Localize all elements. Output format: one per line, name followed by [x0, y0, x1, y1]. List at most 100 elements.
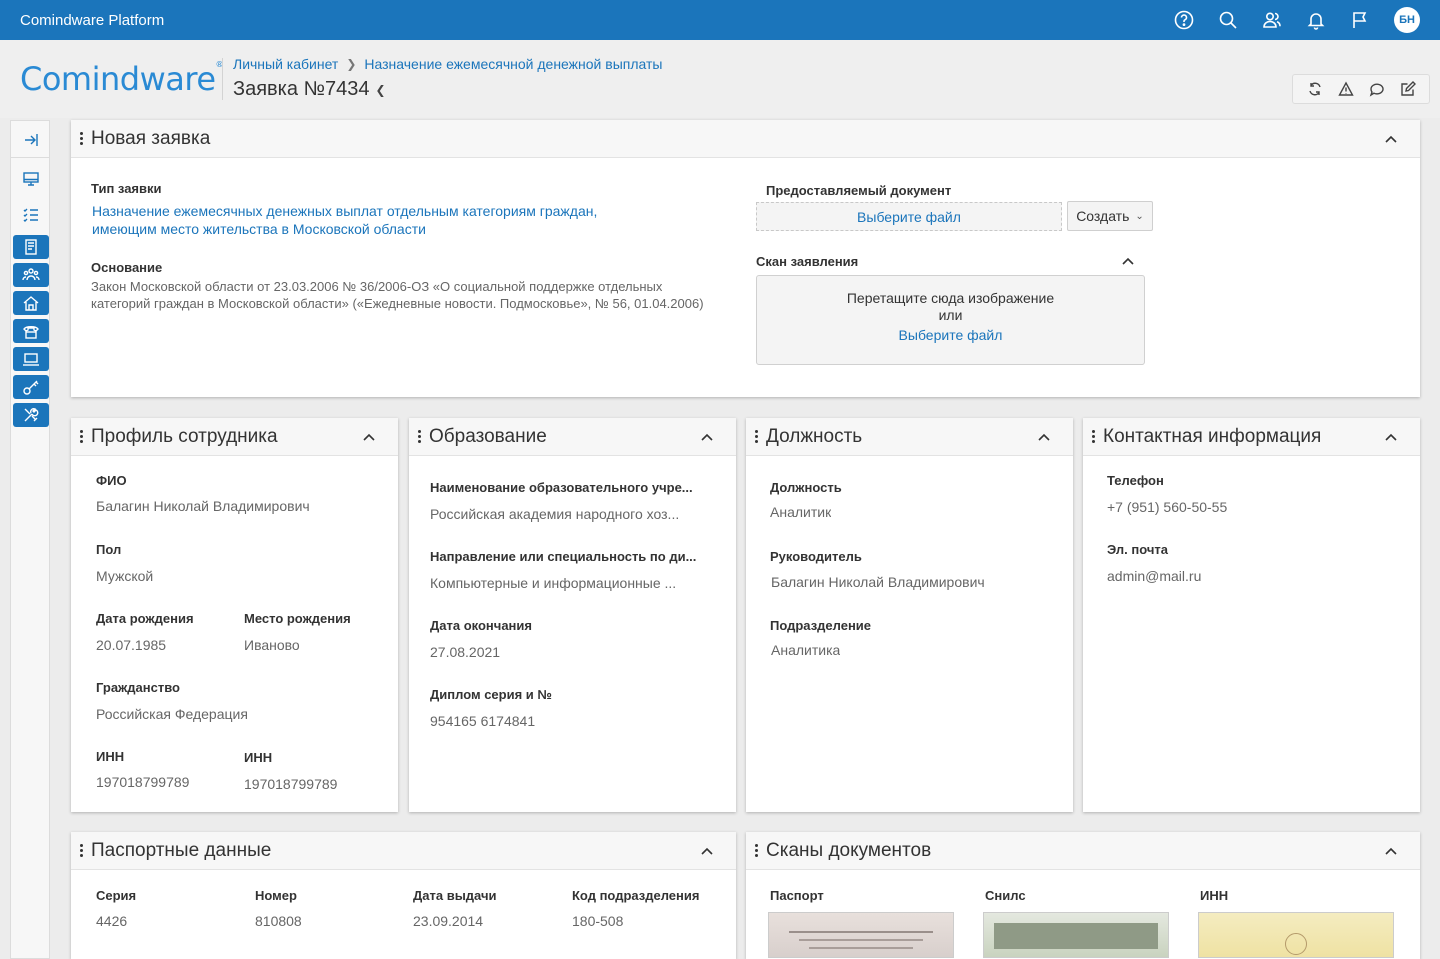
chevron-up-icon[interactable]	[1384, 430, 1398, 444]
field-label: Пол	[96, 542, 122, 557]
code-value: 180-508	[572, 913, 624, 929]
chevron-up-icon[interactable]	[700, 844, 714, 858]
chevron-up-icon[interactable]	[362, 430, 376, 444]
page-title[interactable]: Заявка №7434 ❮	[233, 78, 386, 101]
divider	[222, 58, 223, 100]
drag-handle-icon[interactable]	[79, 843, 83, 858]
key-app-icon[interactable]	[13, 375, 49, 399]
refresh-icon[interactable]	[1305, 79, 1325, 99]
breadcrumb: Личный кабинет ❯ Назначение ежемесячной …	[233, 56, 662, 72]
drag-handle-icon[interactable]	[754, 429, 758, 444]
field-label: ФИО	[96, 473, 127, 488]
field-label: Гражданство	[96, 680, 180, 695]
task-list-icon[interactable]	[13, 203, 49, 227]
drag-handle-icon[interactable]	[417, 429, 421, 444]
field-label: Место рождения	[244, 611, 351, 626]
tools-app-icon[interactable]	[13, 403, 49, 427]
request-type-link[interactable]: Назначение ежемесячных денежных выплат о…	[92, 203, 597, 219]
create-button[interactable]: Создать ⌄	[1067, 201, 1153, 231]
field-label: Серия	[96, 888, 137, 903]
team-app-icon[interactable]	[13, 263, 49, 287]
document-app-icon[interactable]	[13, 235, 49, 259]
comment-icon[interactable]	[1367, 79, 1387, 99]
panel-header: Новая заявка	[71, 120, 1420, 158]
basis-value: Закон Московской области от 23.03.2006 №…	[91, 279, 663, 294]
field-label: Снилс	[985, 888, 1026, 903]
institution-value: Российская академия народного хоз...	[430, 506, 680, 522]
search-icon[interactable]	[1216, 8, 1240, 32]
flag-icon[interactable]	[1348, 8, 1372, 32]
avatar[interactable]: БН	[1394, 7, 1420, 33]
chevron-up-icon[interactable]	[1384, 132, 1398, 146]
home-app-icon[interactable]	[13, 291, 49, 315]
document-scans-panel: Сканы документов Паспорт Снилс ИНН	[746, 832, 1420, 959]
image-dropzone[interactable]: Перетащите сюда изображение или Выберите…	[756, 275, 1145, 365]
field-label: Наименование образовательного учре...	[430, 480, 693, 495]
edit-icon[interactable]	[1398, 79, 1418, 99]
chevron-down-icon[interactable]: ❮	[375, 83, 385, 97]
field-label: Подразделение	[770, 618, 872, 633]
expand-icon[interactable]	[13, 128, 49, 152]
help-icon[interactable]	[1172, 8, 1196, 32]
users-icon[interactable]	[1260, 8, 1284, 32]
panel-header: Сканы документов	[746, 832, 1420, 870]
field-label: Паспорт	[770, 888, 824, 903]
field-label: Код подразделения	[572, 888, 700, 903]
record-toolbar	[1292, 74, 1430, 104]
phone-app-icon[interactable]	[13, 319, 49, 343]
panel-title: Профиль сотрудника	[91, 425, 278, 447]
field-label: Дата выдачи	[413, 888, 497, 903]
citizenship-value: Российская Федерация	[96, 706, 248, 722]
app-title[interactable]: Comindware Platform	[20, 12, 164, 29]
phone-value: +7 (951) 560-50-55	[1107, 499, 1228, 515]
number-value: 810808	[255, 913, 302, 929]
field-label: Предоставляемый документ	[766, 183, 952, 198]
issue-date-value: 23.09.2014	[413, 913, 484, 929]
request-type-link-cont[interactable]: имеющим место жительства в Московской об…	[92, 221, 426, 237]
fio-value: Балагин Николай Владимирович	[96, 498, 310, 514]
breadcrumb-item-process[interactable]: Назначение ежемесячной денежной выплаты	[364, 56, 662, 72]
chevron-up-icon[interactable]	[1037, 430, 1051, 444]
field-label: Дата рождения	[96, 611, 194, 626]
manager-value: Балагин Николай Владимирович	[771, 574, 985, 590]
panel-title: Паспортные данные	[91, 839, 272, 861]
series-value: 4426	[96, 913, 128, 929]
drag-handle-icon[interactable]	[754, 843, 758, 858]
field-label: Телефон	[1107, 473, 1164, 488]
top-bar-icons: БН	[1152, 0, 1420, 40]
position-value: Аналитик	[770, 504, 832, 520]
field-label: Скан заявления	[756, 254, 859, 269]
drag-handle-icon[interactable]	[79, 429, 83, 444]
desktop-icon[interactable]	[13, 167, 49, 191]
dropzone-choose-file-link[interactable]: Выберите файл	[757, 327, 1144, 343]
field-label: Руководитель	[770, 549, 862, 564]
bell-icon[interactable]	[1304, 8, 1328, 32]
inn-scan-image[interactable]	[1198, 912, 1394, 958]
field-label: Номер	[255, 888, 297, 903]
specialty-value: Компьютерные и информационные ...	[430, 575, 677, 591]
birthplace-value: Иваново	[244, 637, 300, 653]
field-label: Основание	[91, 260, 163, 275]
passport-panel: Паспортные данные Серия 4426 Номер 81080…	[71, 832, 736, 959]
field-label: Должность	[770, 480, 842, 495]
inn-value: 197018799789	[96, 774, 190, 790]
drag-handle-icon[interactable]	[79, 131, 83, 146]
chevron-up-icon[interactable]	[700, 430, 714, 444]
choose-file-button[interactable]: Выберите файл	[756, 202, 1062, 231]
snils-scan-image[interactable]	[983, 912, 1169, 958]
warning-icon[interactable]	[1336, 79, 1356, 99]
company-logo[interactable]: Comindware®	[20, 60, 223, 98]
chevron-up-icon[interactable]	[1121, 254, 1135, 268]
employee-profile-panel: Профиль сотрудника ФИО Балагин Николай В…	[71, 418, 398, 812]
drag-handle-icon[interactable]	[1091, 429, 1095, 444]
end-date-value: 27.08.2021	[430, 644, 501, 660]
chevron-up-icon[interactable]	[1384, 844, 1398, 858]
panel-title: Сканы документов	[766, 839, 932, 861]
top-bar: Comindware Platform БН	[0, 0, 1440, 40]
field-label: ИНН	[96, 749, 125, 764]
panel-header: Паспортные данные	[71, 832, 736, 870]
passport-scan-image[interactable]	[768, 912, 954, 958]
laptop-app-icon[interactable]	[13, 347, 49, 371]
breadcrumb-item-cabinet[interactable]: Личный кабинет	[233, 56, 338, 72]
field-label: Эл. почта	[1107, 542, 1169, 557]
